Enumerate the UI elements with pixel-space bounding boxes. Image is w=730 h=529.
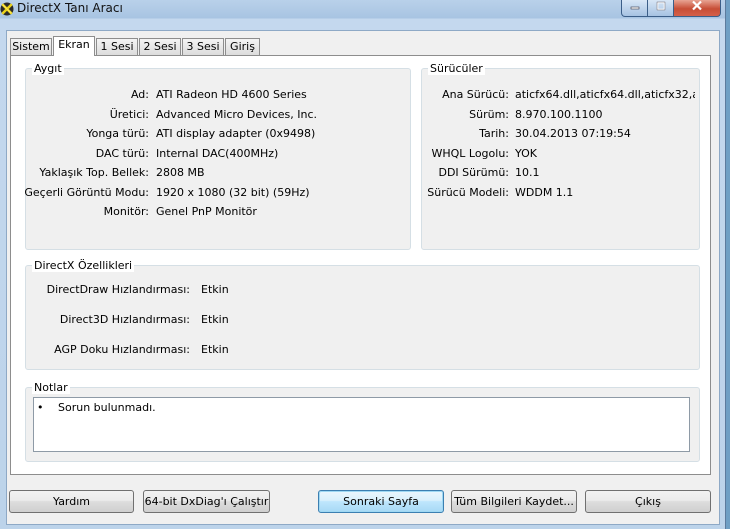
tab-sistem[interactable]: Sistem <box>10 38 52 55</box>
total-memory-value: 2808 MB <box>156 166 205 179</box>
display-mode-label: Geçerli Görüntü Modu: <box>24 186 149 199</box>
dxdiag-window: DirectX Tanı Aracı Sistem Ekran 1 Sesi 2… <box>0 0 726 529</box>
tab-sound-3[interactable]: 3 Sesi <box>182 38 224 55</box>
ddi-version-label: DDI Sürümü: <box>438 166 509 179</box>
tab-ekran[interactable]: Ekran <box>53 36 95 56</box>
direct3d-label: Direct3D Hızlandırması: <box>59 313 190 326</box>
chip-type-label: Yonga türü: <box>86 127 149 140</box>
device-manufacturer-value: Advanced Micro Devices, Inc. <box>156 108 318 121</box>
tab-giris[interactable]: Giriş <box>225 38 260 55</box>
chip-type-value: ATI display adapter (0x9498) <box>156 127 316 140</box>
device-name-value: ATI Radeon HD 4600 Series <box>156 88 307 101</box>
driver-model-label: Sürücü Modeli: <box>427 186 509 199</box>
maximize-icon <box>648 0 673 15</box>
monitor-value: Genel PnP Monitör <box>156 205 257 218</box>
monitor-label: Monitör: <box>103 205 149 218</box>
window-title: DirectX Tanı Aracı <box>17 1 123 15</box>
display-mode-value: 1920 x 1080 (32 bit) (59Hz) <box>156 186 310 199</box>
main-driver-label: Ana Sürücü: <box>442 88 509 101</box>
device-group-title: Aygıt <box>32 62 64 75</box>
next-page-button[interactable]: Sonraki Sayfa <box>318 490 444 513</box>
help-button[interactable]: Yardım <box>9 490 134 513</box>
driver-date-value: 30.04.2013 07:19:54 <box>515 127 631 140</box>
driver-version-value: 8.970.100.1100 <box>515 108 603 121</box>
whql-value: YOK <box>515 147 537 160</box>
tab-sound-2[interactable]: 2 Sesi <box>139 38 181 55</box>
agp-texture-label: AGP Doku Hızlandırması: <box>54 343 190 356</box>
ddi-version-value: 10.1 <box>515 166 540 179</box>
close-icon <box>674 0 720 15</box>
direct3d-value: Etkin <box>201 313 229 326</box>
dac-type-label: DAC türü: <box>95 147 149 160</box>
notes-textbox[interactable]: • Sorun bulunmadı. <box>33 397 690 452</box>
agp-texture-value: Etkin <box>201 343 229 356</box>
directdraw-label: DirectDraw Hızlandırması: <box>46 283 190 296</box>
device-group: Aygıt Ad: ATI Radeon HD 4600 Series Üret… <box>24 62 411 250</box>
bullet: • <box>37 401 44 414</box>
note-item: Sorun bulunmadı. <box>58 401 156 414</box>
notes-title: Notlar <box>32 381 70 394</box>
directx-icon[interactable] <box>0 2 14 16</box>
directdraw-value: Etkin <box>201 283 229 296</box>
tab-sound-1[interactable]: 1 Sesi <box>96 38 138 55</box>
driver-version-label: Sürüm: <box>469 108 509 121</box>
maximize-button[interactable] <box>647 0 674 17</box>
device-name-label: Ad: <box>130 88 149 101</box>
driver-model-value: WDDM 1.1 <box>515 186 574 199</box>
run-64bit-dxdiag-button[interactable]: 64-bit DxDiag'ı Çalıştır <box>143 490 270 513</box>
dac-type-value: Internal DAC(400MHz) <box>156 147 279 160</box>
device-manufacturer-label: Üretici: <box>109 108 149 121</box>
minimize-icon <box>622 0 647 15</box>
main-driver-value: aticfx64.dll,aticfx64.dll,aticfx32,aticf <box>515 88 695 101</box>
directx-features-title: DirectX Özellikleri <box>32 259 135 272</box>
title-bar[interactable]: DirectX Tanı Aracı <box>0 0 726 20</box>
close-button[interactable] <box>673 0 721 17</box>
driver-date-label: Tarih: <box>479 127 509 140</box>
exit-button[interactable]: Çıkış <box>585 490 711 513</box>
directx-features-group: DirectX Özellikleri DirectDraw Hızlandır… <box>25 259 700 370</box>
minimize-button[interactable] <box>621 0 648 17</box>
total-memory-label: Yaklaşık Top. Bellek: <box>39 166 149 179</box>
save-all-info-button[interactable]: Tüm Bilgileri Kaydet... <box>451 490 577 513</box>
drivers-group-title: Sürücüler <box>428 62 485 75</box>
whql-label: WHQL Logolu: <box>431 147 509 160</box>
drivers-group: Sürücüler Ana Sürücü: aticfx64.dll,aticf… <box>421 62 700 250</box>
